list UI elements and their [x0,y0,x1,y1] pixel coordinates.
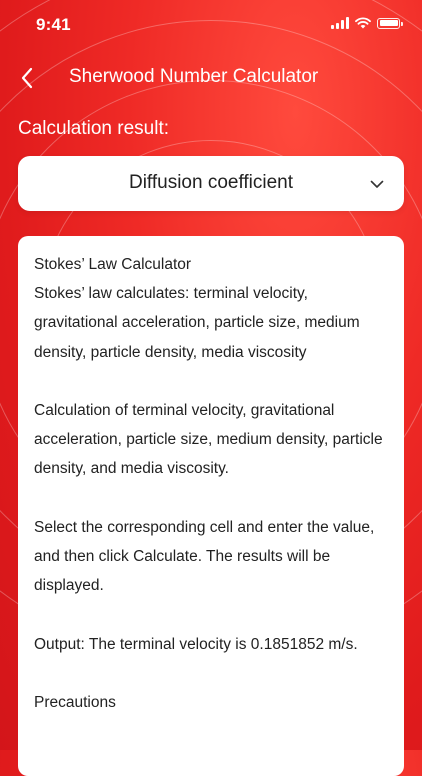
info-intro: Stokes’ law calculates: terminal velocit… [34,285,360,361]
calculation-result-label: Calculation result: [18,118,170,139]
back-button[interactable] [12,58,42,98]
battery-icon [377,17,403,29]
info-output: Output: The terminal velocity is 0.18518… [34,635,358,653]
info-calculation: Calculation of terminal velocity, gravit… [34,402,383,478]
info-title: Stokes’ Law Calculator [34,256,192,273]
chevron-left-icon [21,67,33,89]
result-type-select[interactable]: Diffusion coefficient [18,156,404,211]
info-precautions: Precautions [34,693,116,711]
navigation-header: Sherwood Number Calculator [0,58,422,98]
status-icons [331,17,403,29]
info-instructions: Select the corresponding cell and enter … [34,518,375,595]
info-card: Stokes’ Law Calculator Stokes’ law calcu… [18,236,404,776]
wifi-icon [355,17,371,29]
signal-icon [331,17,349,29]
chevron-down-icon [370,180,384,188]
status-time: 9:41 [36,15,71,34]
select-value: Diffusion coefficient [128,172,294,193]
status-bar: 9:41 [0,0,422,50]
page-title: Sherwood Number Calculator [69,66,319,87]
